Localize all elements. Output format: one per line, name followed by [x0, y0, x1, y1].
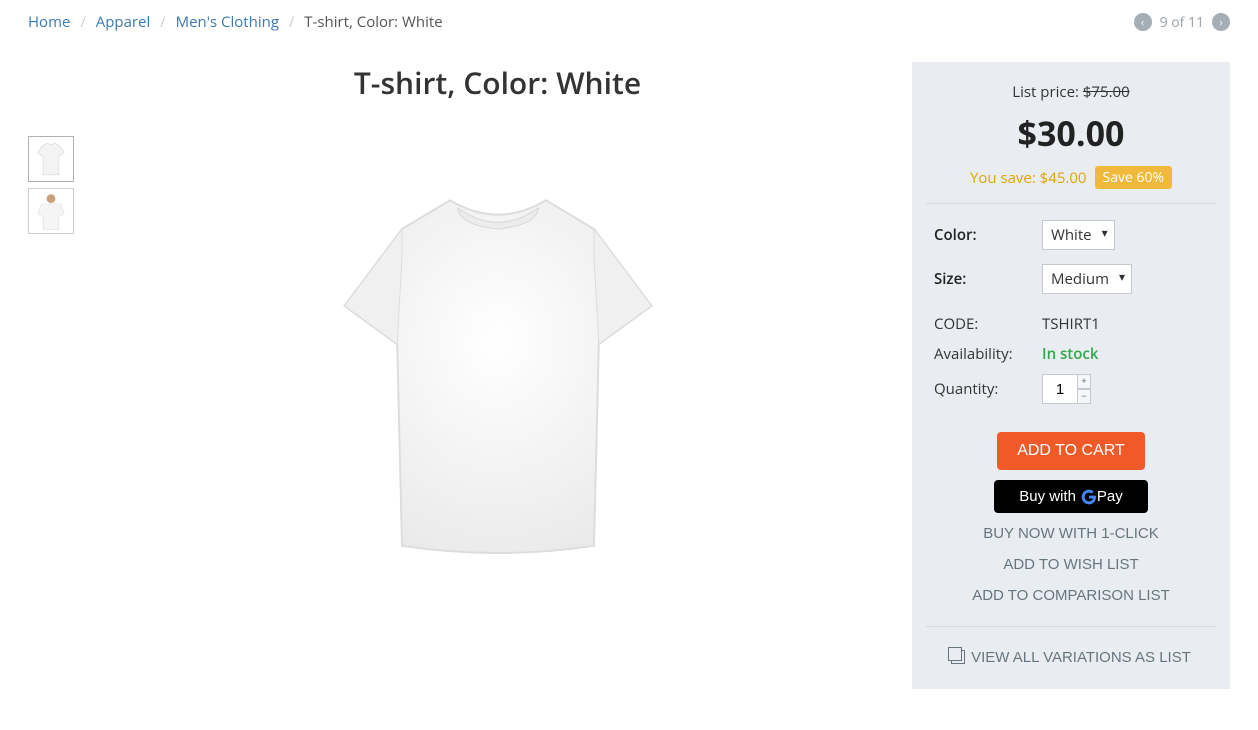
quantity-decrement[interactable]: − — [1077, 389, 1091, 404]
color-option-label: Color: — [934, 225, 1042, 245]
list-price: List price: $75.00 — [932, 82, 1210, 102]
size-option-label: Size: — [934, 269, 1042, 289]
pager-next-icon[interactable]: › — [1212, 13, 1230, 31]
product-main-image[interactable] — [258, 133, 738, 613]
breadcrumb-separator: / — [289, 12, 295, 32]
code-value: TSHIRT1 — [1042, 314, 1100, 334]
model-icon — [29, 189, 73, 233]
pager-prev-icon[interactable]: ‹ — [1134, 13, 1152, 31]
add-to-compare-button[interactable]: ADD TO COMPARISON LIST — [972, 585, 1170, 606]
thumbnail-2[interactable] — [28, 188, 74, 234]
variations-icon — [951, 650, 965, 664]
code-label: CODE: — [934, 314, 1042, 334]
breadcrumb-link-mens-clothing[interactable]: Men's Clothing — [176, 12, 279, 32]
tshirt-image — [258, 133, 738, 613]
list-price-value: $75.00 — [1083, 82, 1130, 102]
size-select[interactable]: Medium — [1042, 264, 1132, 294]
view-variations-button[interactable]: VIEW ALL VARIATIONS AS LIST — [951, 649, 1191, 666]
quantity-increment[interactable]: + — [1077, 374, 1091, 389]
pager-position: 9 of 11 — [1160, 13, 1204, 32]
availability-value: In stock — [1042, 344, 1098, 364]
gpay-prefix: Buy with — [1019, 488, 1076, 505]
product-pager: ‹ 9 of 11 › — [1134, 13, 1230, 32]
quantity-input[interactable] — [1042, 374, 1078, 404]
save-badge: Save 60% — [1095, 166, 1173, 189]
buy-now-1click-button[interactable]: BUY NOW WITH 1-CLICK — [983, 523, 1159, 544]
breadcrumb: Home / Apparel / Men's Clothing / T-shir… — [28, 12, 443, 32]
breadcrumb-link-apparel[interactable]: Apparel — [96, 12, 151, 32]
breadcrumb-link-home[interactable]: Home — [28, 12, 70, 32]
gpay-logo-icon: Pay — [1081, 488, 1123, 505]
breadcrumb-separator: / — [80, 12, 86, 32]
add-to-wishlist-button[interactable]: ADD TO WISH LIST — [1003, 554, 1138, 575]
add-to-cart-button[interactable]: ADD TO CART — [997, 432, 1145, 470]
tshirt-icon — [29, 137, 73, 181]
price: $30.00 — [932, 110, 1210, 156]
google-pay-button[interactable]: Buy with Pay — [994, 480, 1148, 513]
thumbnail-1[interactable] — [28, 136, 74, 182]
product-title: T-shirt, Color: White — [354, 62, 641, 103]
you-save: You save: $45.00 — [970, 168, 1087, 188]
buy-panel: List price: $75.00 $30.00 You save: $45.… — [912, 62, 1230, 689]
color-select[interactable]: White — [1042, 220, 1115, 250]
availability-label: Availability: — [934, 344, 1042, 364]
breadcrumb-separator: / — [160, 12, 166, 32]
quantity-label: Quantity: — [934, 379, 1042, 399]
thumbnail-list — [28, 136, 83, 689]
breadcrumb-current: T-shirt, Color: White — [304, 12, 442, 32]
